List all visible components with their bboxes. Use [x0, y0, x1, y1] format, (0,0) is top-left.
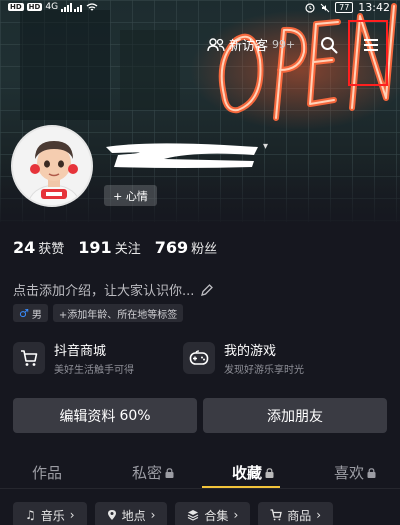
music-icon: ♫ — [25, 508, 36, 522]
profile-stats: 24 获赞 191 关注 769 粉丝 — [13, 238, 217, 257]
lock-icon — [367, 467, 376, 478]
new-visitors-button[interactable]: 新访客 99+ — [207, 35, 295, 54]
content-tabs: 作品 私密 收藏 喜欢 — [0, 453, 400, 489]
add-mood-button[interactable]: + 心情 — [104, 185, 157, 206]
chevron-right-icon: › — [150, 508, 156, 522]
visitors-count: 99+ — [272, 38, 296, 51]
name-dropdown-icon[interactable]: ▾ — [263, 141, 268, 152]
chip-music-label: 音乐 — [40, 508, 65, 523]
profile-tags: ♂ 男 +添加年龄、所在地等标签 — [13, 304, 184, 322]
followers-stat[interactable]: 769 粉丝 — [155, 238, 217, 257]
signal-bars-icon — [61, 2, 83, 12]
mall-title: 抖音商城 — [54, 344, 107, 359]
chevron-right-icon: › — [316, 508, 322, 522]
tab-likes[interactable]: 喜欢 — [334, 462, 376, 483]
gender-tag[interactable]: ♂ 男 — [13, 304, 48, 322]
wifi-icon — [86, 2, 98, 10]
douyin-mall-entry[interactable]: 抖音商城 美好生活触手可得 — [13, 340, 134, 376]
chip-location[interactable]: 地点 › — [94, 502, 168, 525]
chevron-right-icon: › — [69, 508, 75, 522]
add-friend-button[interactable]: 添加朋友 — [203, 398, 387, 433]
cart-icon — [270, 509, 283, 521]
location-icon — [107, 510, 116, 520]
add-tags-label: +添加年龄、所在地等标签 — [58, 309, 178, 321]
chip-music[interactable]: ♫ 音乐 › — [13, 502, 87, 525]
edit-pencil-icon — [201, 283, 214, 296]
sim2-badge: HD — [26, 3, 43, 11]
tab-works-label: 作品 — [32, 464, 63, 482]
tab-private[interactable]: 私密 — [132, 462, 174, 483]
sim1-badge: HD — [8, 3, 24, 11]
tab-favorites-label: 收藏 — [232, 464, 263, 482]
avatar[interactable] — [11, 125, 93, 207]
favorites-categories: ♫ 音乐 › 地点 › 合集 › 商品 › — [13, 502, 334, 525]
add-friend-label: 添加朋友 — [267, 408, 323, 425]
tab-private-label: 私密 — [132, 464, 163, 482]
chevron-right-icon: › — [233, 508, 239, 522]
tab-likes-label: 喜欢 — [334, 464, 365, 482]
username-redacted — [106, 143, 258, 168]
visitors-label: 新访客 — [229, 39, 269, 54]
cart-icon — [13, 342, 45, 374]
tab-favorites[interactable]: 收藏 — [232, 462, 274, 483]
lock-icon — [265, 467, 274, 478]
games-subtitle: 发现好游乐享时光 — [224, 365, 304, 376]
following-stat[interactable]: 191 关注 — [78, 238, 140, 257]
my-games-entry[interactable]: 我的游戏 发现好游乐享时光 — [183, 340, 304, 376]
chip-collections-label: 合集 — [204, 508, 229, 523]
status-bar: HD HD 4G 77 13:42 — [0, 0, 400, 16]
search-icon[interactable] — [320, 36, 338, 54]
likes-stat[interactable]: 24 获赞 — [13, 238, 64, 257]
following-count: 191 — [78, 238, 112, 257]
likes-count: 24 — [13, 238, 36, 257]
mute-icon — [320, 3, 330, 12]
chip-products-label: 商品 — [287, 508, 312, 523]
stack-icon — [188, 510, 199, 521]
mood-label: + 心情 — [113, 189, 148, 203]
followers-count: 769 — [154, 238, 189, 257]
likes-label: 获赞 — [38, 242, 65, 257]
male-icon: ♂ — [19, 306, 29, 320]
bio-prompt[interactable]: 点击添加介绍，让大家认识你... — [13, 280, 214, 299]
profile-completion: 60% — [119, 407, 151, 424]
clock: 13:42 — [358, 1, 390, 14]
network-type: 4G — [45, 2, 59, 12]
following-label: 关注 — [114, 242, 141, 257]
gamepad-icon — [183, 342, 215, 374]
gender-label: 男 — [31, 309, 42, 321]
visitors-icon — [207, 37, 225, 51]
add-tags-button[interactable]: +添加年龄、所在地等标签 — [52, 304, 184, 322]
followers-label: 粉丝 — [191, 242, 218, 257]
games-title: 我的游戏 — [224, 344, 277, 359]
edit-profile-label: 编辑资料 — [59, 408, 116, 425]
bio-text: 点击添加介绍，让大家认识你... — [13, 284, 195, 299]
battery-indicator: 77 — [335, 2, 354, 13]
edit-profile-button[interactable]: 编辑资料 60% — [13, 398, 197, 433]
alarm-icon — [305, 2, 315, 13]
menu-highlight-annotation — [348, 20, 388, 86]
lock-icon — [165, 467, 174, 478]
mall-subtitle: 美好生活触手可得 — [54, 365, 134, 376]
chip-collections[interactable]: 合集 › — [175, 502, 251, 525]
tab-works[interactable]: 作品 — [32, 462, 62, 483]
chip-products[interactable]: 商品 › — [258, 502, 334, 525]
chip-location-label: 地点 — [121, 508, 146, 523]
tab-divider — [0, 488, 400, 489]
